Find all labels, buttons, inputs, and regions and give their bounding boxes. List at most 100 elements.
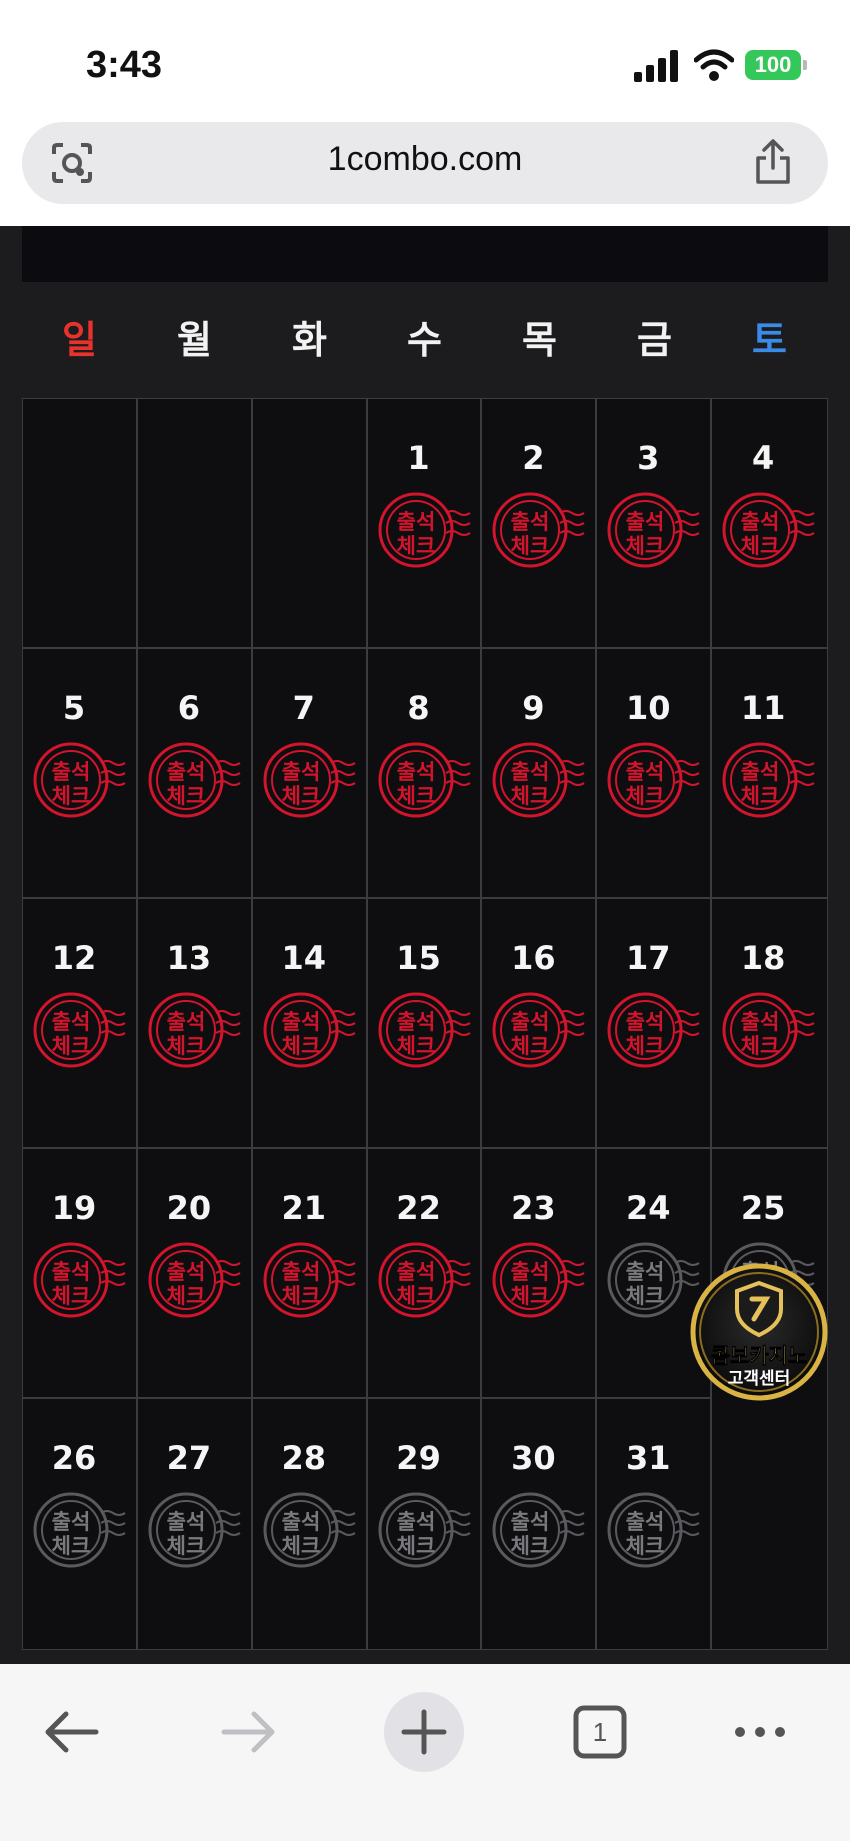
svg-text:출석: 출석	[52, 1010, 91, 1034]
browser-toolbar-top: 1combo.com	[0, 122, 850, 226]
day-cell[interactable]: 6 출석 체크	[137, 649, 253, 899]
day-cell[interactable]: 19 출석 체크	[23, 1149, 138, 1399]
weekday-sat: 토	[752, 318, 787, 362]
day-cell[interactable]: 29 출석 체크	[368, 1399, 483, 1649]
day-number: 3	[637, 439, 660, 477]
tabs-button[interactable]: 1	[560, 1692, 640, 1772]
svg-text:출석: 출석	[626, 760, 665, 784]
svg-text:출석: 출석	[741, 760, 780, 784]
svg-text:체크: 체크	[511, 1534, 550, 1558]
day-cell[interactable]: 27 출석 체크	[138, 1399, 253, 1649]
svg-text:체크: 체크	[511, 1284, 550, 1308]
svg-text:출석: 출석	[511, 510, 550, 534]
weekday-header: 일 월 화 수 목 금 토	[22, 282, 828, 398]
day-number: 9	[522, 689, 545, 727]
weekday-sun: 일	[62, 318, 97, 362]
empty-day-cell	[252, 399, 368, 649]
day-number: 18	[740, 939, 786, 977]
day-cell[interactable]: 7 출석 체크	[252, 649, 368, 899]
svg-text:체크: 체크	[281, 1284, 320, 1308]
day-cell[interactable]: 13 출석 체크	[137, 899, 253, 1149]
day-cell[interactable]: 11 출석 체크	[712, 649, 827, 899]
day-cell[interactable]: 21 출석 체크	[252, 1149, 368, 1399]
weekday-thu: 목	[522, 318, 557, 362]
svg-text:체크: 체크	[396, 534, 435, 558]
day-cell[interactable]: 8 출석 체크	[367, 649, 483, 899]
day-number: 11	[740, 689, 786, 727]
attendance-stamp-checked-icon: 출석 체크	[29, 735, 129, 825]
customer-support-button[interactable]: 콤보카지노 고객센터	[690, 1263, 828, 1401]
attendance-stamp-unchecked-icon: 출석체크	[603, 1235, 703, 1325]
day-cell[interactable]: 31 출석 체크	[597, 1399, 713, 1649]
day-cell[interactable]: 10 출석 체크	[597, 649, 713, 899]
day-number: 25	[740, 1189, 786, 1227]
day-number: 27	[166, 1439, 212, 1477]
day-number: 20	[166, 1189, 212, 1227]
day-cell[interactable]: 28 출석 체크	[253, 1399, 368, 1649]
day-cell[interactable]: 14 출석 체크	[252, 899, 368, 1149]
svg-text:체크: 체크	[396, 1034, 435, 1058]
day-number: 16	[511, 939, 556, 977]
weekday-fri: 금	[637, 318, 672, 362]
day-cell[interactable]: 1 출석 체크	[367, 399, 483, 649]
new-tab-icon[interactable]	[384, 1692, 464, 1772]
forward-icon[interactable]	[208, 1692, 288, 1772]
back-icon[interactable]	[32, 1692, 112, 1772]
svg-text:출석: 출석	[396, 1510, 435, 1534]
address-bar[interactable]: 1combo.com	[22, 122, 828, 204]
svg-text:체크: 체크	[626, 784, 665, 808]
day-number: 5	[62, 689, 86, 727]
day-cell[interactable]: 15 출석 체크	[367, 899, 483, 1149]
url-text[interactable]: 1combo.com	[22, 140, 828, 179]
day-cell[interactable]: 12 출석 체크	[23, 899, 138, 1149]
day-number: 13	[166, 939, 212, 977]
day-number: 28	[281, 1439, 326, 1477]
attendance-stamp-checked-icon: 출석 체크	[374, 485, 474, 575]
attendance-stamp-checked-icon: 출석 체크	[374, 735, 474, 825]
svg-text:체크: 체크	[741, 784, 780, 808]
svg-text:출석: 출석	[741, 1010, 780, 1034]
day-cell[interactable]: 20 출석 체크	[137, 1149, 253, 1399]
day-cell[interactable]: 16 출석 체크	[482, 899, 598, 1149]
status-time: 3:43	[86, 44, 163, 86]
day-cell[interactable]: 22 출석 체크	[367, 1149, 483, 1399]
svg-text:출석: 출석	[167, 760, 206, 784]
svg-text:체크: 체크	[626, 1284, 665, 1308]
attendance-stamp-unchecked-icon: 출석체크	[603, 1485, 703, 1575]
day-cell[interactable]: 26 출석 체크	[23, 1399, 138, 1649]
weekday-wed: 수	[407, 318, 442, 362]
attendance-stamp-checked-icon: 출석 체크	[718, 985, 818, 1075]
attendance-stamp-checked-icon: 출석 체크	[488, 985, 588, 1075]
weekday-mon: 월	[177, 318, 212, 362]
svg-text:출석: 출석	[281, 1510, 320, 1534]
share-icon[interactable]	[752, 138, 794, 186]
day-cell[interactable]: 5 출석 체크	[23, 649, 138, 899]
svg-text:출석: 출석	[52, 760, 91, 784]
day-number: 14	[281, 939, 326, 977]
day-cell[interactable]: 18 출석 체크	[712, 899, 827, 1149]
svg-text:체크: 체크	[626, 534, 665, 558]
day-cell[interactable]: 30 출석 체크	[482, 1399, 598, 1649]
svg-text:출석: 출석	[52, 1510, 91, 1534]
svg-text:출석: 출석	[396, 510, 435, 534]
svg-text:출석: 출석	[626, 1260, 665, 1284]
support-badge-title: 콤보카지노	[711, 1344, 808, 1368]
day-cell[interactable]: 17 출석 체크	[597, 899, 713, 1149]
status-bar: 3:43 100	[0, 0, 850, 122]
signal-icon	[634, 50, 678, 82]
svg-text:출석: 출석	[281, 1010, 320, 1034]
svg-text:출석: 출석	[281, 1260, 320, 1284]
day-cell[interactable]: 4 출석 체크	[712, 399, 827, 649]
svg-text:체크: 체크	[741, 1034, 780, 1058]
attendance-stamp-checked-icon: 출석 체크	[29, 985, 129, 1075]
day-number: 22	[396, 1189, 441, 1227]
more-icon[interactable]	[720, 1692, 800, 1772]
day-cell[interactable]: 3 출석 체크	[597, 399, 713, 649]
day-cell[interactable]: 9 출석 체크	[482, 649, 598, 899]
day-cell[interactable]: 23 출석 체크	[482, 1149, 598, 1399]
attendance-stamp-checked-icon: 출석 체크	[603, 985, 703, 1075]
svg-text:출석: 출석	[511, 1510, 550, 1534]
attendance-stamp-checked-icon: 출석 체크	[29, 1235, 129, 1325]
day-number: 26	[51, 1439, 97, 1477]
day-cell[interactable]: 2 출석 체크	[482, 399, 598, 649]
